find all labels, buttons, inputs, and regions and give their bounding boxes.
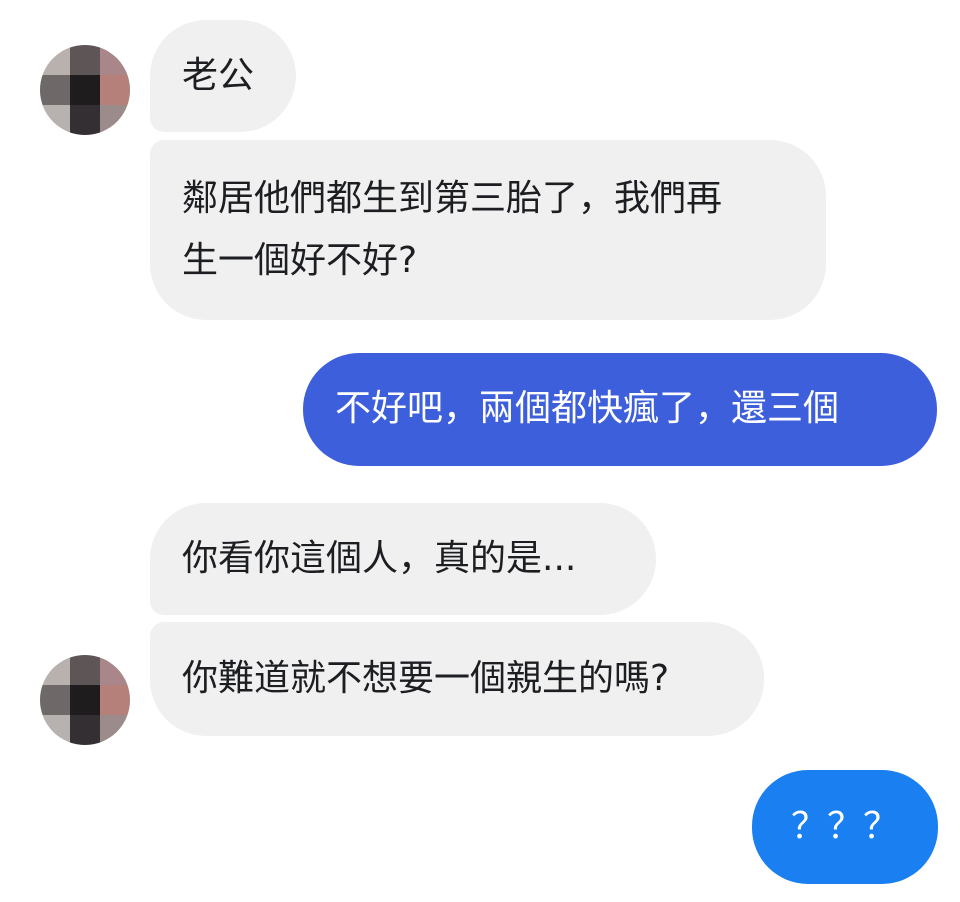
message-bubble-incoming[interactable]: 你難道就不想要一個親生的嗎? (150, 622, 764, 736)
message-bubble-incoming[interactable]: 你看你這個人，真的是... (150, 503, 656, 615)
contact-avatar[interactable] (40, 45, 130, 135)
chat-thread: 老公 鄰居他們都生到第三胎了，我們再 生一個好不好? 不好吧，兩個都快瘋了，還三… (0, 0, 960, 902)
message-bubble-incoming[interactable]: 老公 (150, 20, 296, 132)
message-bubble-incoming[interactable]: 鄰居他們都生到第三胎了，我們再 生一個好不好? (150, 140, 826, 320)
blurred-avatar-icon (40, 45, 130, 135)
message-bubble-outgoing[interactable]: 不好吧，兩個都快瘋了，還三個 (303, 353, 937, 466)
message-bubble-outgoing[interactable]: ？？？ (752, 770, 938, 884)
blurred-avatar-icon (40, 655, 130, 745)
contact-avatar[interactable] (40, 655, 130, 745)
